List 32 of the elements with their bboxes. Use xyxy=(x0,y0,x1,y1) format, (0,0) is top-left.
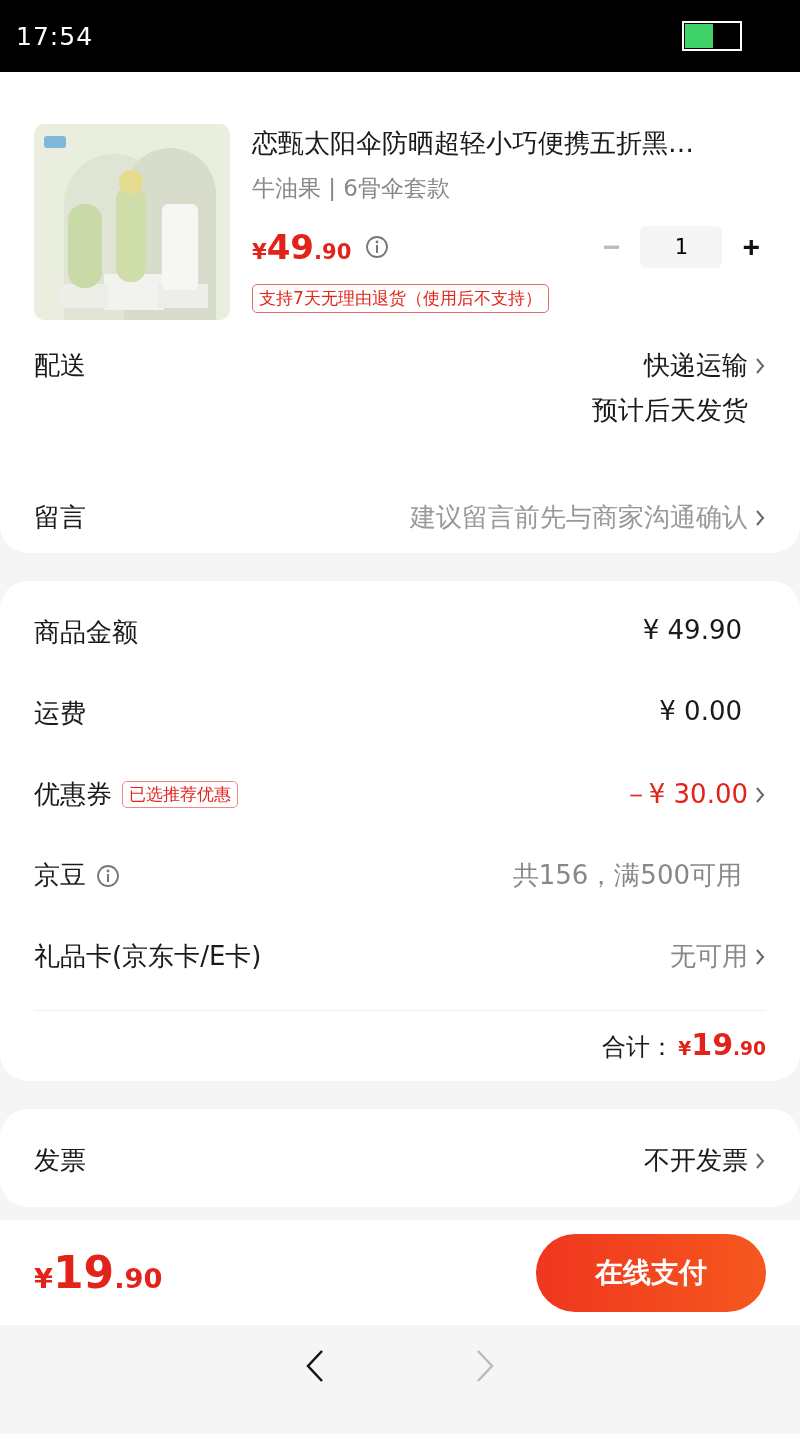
back-button[interactable] xyxy=(305,1348,325,1383)
delivery-estimate: 预计后天发货 xyxy=(592,394,748,427)
row-value[interactable]: 建议留言前先与商家沟通确认 xyxy=(410,500,748,535)
status-time: 17:54 xyxy=(16,21,94,51)
row-value: 共156，满500可用 xyxy=(512,859,742,892)
row-value[interactable]: 不开发票 xyxy=(644,1143,748,1178)
return-policy-tag: 支持7天无理由退货（使用后不支持） xyxy=(252,284,549,313)
total-label: 合计： xyxy=(602,1032,675,1063)
row-label: 京豆 xyxy=(34,859,86,892)
product-variant: 牛油果 | 6骨伞套款 xyxy=(252,174,451,203)
payable-price: ¥19.90 xyxy=(34,1247,163,1298)
row-label: 运费 xyxy=(34,697,86,730)
pay-button[interactable]: 在线支付 xyxy=(536,1233,766,1312)
row-label: 发票 xyxy=(34,1144,86,1177)
row-value[interactable]: －¥ 30.00 xyxy=(622,777,748,812)
row-value: ¥ 0.00 xyxy=(659,696,742,726)
battery-icon xyxy=(682,21,742,51)
info-icon xyxy=(365,235,390,259)
row-value[interactable]: 无可用 xyxy=(670,939,748,974)
row-value: ¥ 49.90 xyxy=(642,615,742,645)
increase-button[interactable]: + xyxy=(736,230,766,264)
total-price: ¥19.90 xyxy=(678,1027,766,1062)
product-price: ¥49.90 xyxy=(252,227,352,267)
quantity-field[interactable]: 1 xyxy=(640,226,723,268)
row-label: 优惠券 xyxy=(34,778,112,811)
product-title: 恋甄太阳伞防晒超轻小巧便携五折黑… xyxy=(252,127,695,160)
row-label: 留言 xyxy=(34,501,86,534)
coupon-tag: 已选推荐优惠 xyxy=(122,781,238,808)
row-label: 商品金额 xyxy=(34,616,138,649)
row-label: 配送 xyxy=(34,349,86,382)
row-label: 礼品卡(京东卡/E卡) xyxy=(34,940,262,973)
row-value[interactable]: 快递运输 xyxy=(644,348,748,383)
